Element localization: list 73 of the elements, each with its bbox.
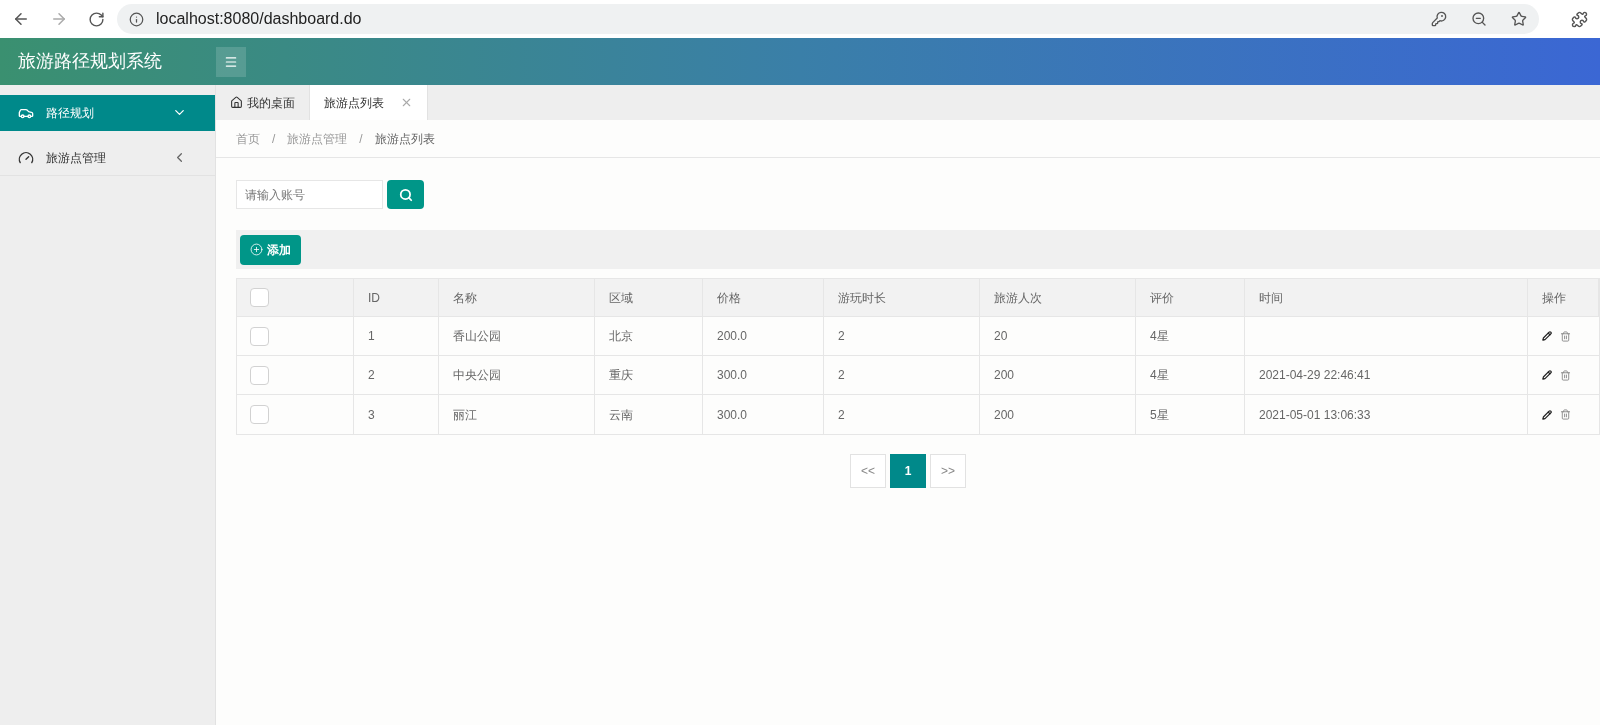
table-cell-text: 1 — [368, 328, 375, 345]
home-icon — [230, 96, 243, 109]
column-header: 区域 — [609, 289, 633, 307]
prev-page-button[interactable]: << — [850, 454, 886, 488]
checkbox[interactable] — [250, 405, 269, 424]
breadcrumb-separator: / — [359, 130, 363, 148]
breadcrumb-link[interactable]: 首页 — [236, 129, 260, 148]
menu-icon — [224, 54, 238, 69]
search-button[interactable] — [387, 180, 424, 209]
sidebar-item[interactable]: 路径规划 — [0, 95, 215, 131]
column-header: 游玩时长 — [838, 289, 886, 307]
search-icon — [398, 187, 413, 202]
address-bar[interactable]: localhost:8080/dashboard.do — [117, 4, 1539, 34]
app-title: 旅游路径规划系统 — [17, 50, 163, 73]
column-header: 操作 — [1542, 289, 1566, 307]
table-cell-text: 300.0 — [717, 406, 748, 424]
extensions-icon[interactable] — [1571, 10, 1588, 28]
table-cell-text: 北京 — [609, 328, 633, 345]
back-icon[interactable] — [12, 10, 30, 28]
table-cell-text: 5星 — [1150, 406, 1169, 424]
sidebar-item[interactable]: 旅游点管理 — [0, 140, 215, 176]
table-cell-text: 香山公园 — [453, 328, 501, 345]
table-cell-text: 重庆 — [609, 367, 633, 384]
breadcrumb-separator: / — [272, 130, 276, 148]
table-cell-text: 2021-04-29 22:46:41 — [1259, 367, 1371, 384]
page-button[interactable]: 1 — [890, 454, 926, 488]
edit-icon[interactable] — [1542, 409, 1552, 420]
plus-circle-icon — [250, 243, 263, 256]
search-field[interactable]: 请输入账号 — [236, 180, 383, 209]
table-cell-text: 2 — [838, 367, 845, 384]
key-icon[interactable] — [1431, 11, 1447, 27]
edit-icon[interactable] — [1542, 370, 1552, 380]
forward-icon[interactable] — [50, 10, 68, 28]
table-cell-text: 20 — [994, 328, 1008, 345]
add-button[interactable]: 添加 — [240, 234, 301, 265]
column-header: ID — [368, 289, 380, 307]
gauge-icon — [18, 149, 34, 166]
column-header: 评价 — [1150, 289, 1174, 307]
breadcrumb-link[interactable]: 旅游点管理 — [287, 129, 348, 148]
table-cell-text: 4星 — [1150, 367, 1169, 384]
url-text: localhost:8080/dashboard.do — [156, 9, 362, 29]
delete-icon[interactable] — [1560, 330, 1571, 342]
column-header: 时间 — [1259, 289, 1283, 307]
next-page-button[interactable]: >> — [930, 454, 966, 488]
table-cell-text: 云南 — [609, 406, 633, 424]
table-cell-text: 2021-05-01 13:06:33 — [1259, 406, 1371, 424]
tab[interactable]: 旅游点列表 — [310, 85, 428, 120]
table-cell-text: 2 — [838, 328, 845, 345]
delete-icon[interactable] — [1560, 409, 1571, 420]
table-cell-text: 2 — [838, 406, 845, 424]
menu-button[interactable] — [216, 46, 246, 77]
column-header: 名称 — [453, 289, 477, 307]
table-cell-text: 300.0 — [717, 367, 748, 384]
close-icon[interactable] — [400, 96, 413, 109]
info-icon — [129, 11, 144, 27]
checkbox[interactable] — [250, 288, 269, 307]
zoom-out-icon[interactable] — [1471, 11, 1487, 27]
table-cell-text: 200 — [994, 406, 1015, 424]
table-cell-text: 200 — [994, 367, 1015, 384]
reload-icon[interactable] — [88, 10, 105, 28]
edit-icon[interactable] — [1542, 331, 1552, 341]
delete-icon[interactable] — [1560, 369, 1571, 381]
checkbox[interactable] — [250, 365, 269, 385]
checkbox[interactable] — [250, 326, 269, 346]
star-icon[interactable] — [1511, 11, 1527, 27]
table-cell-text: 丽江 — [453, 406, 477, 424]
table-cell-text: 200.0 — [717, 328, 748, 345]
table-cell-text: 中央公园 — [453, 367, 501, 384]
column-header: 价格 — [717, 289, 741, 307]
table-cell-text: 4星 — [1150, 328, 1169, 345]
column-header: 旅游人次 — [994, 289, 1042, 307]
table-cell-text: 3 — [368, 406, 375, 424]
table-cell-text: 2 — [368, 367, 375, 384]
